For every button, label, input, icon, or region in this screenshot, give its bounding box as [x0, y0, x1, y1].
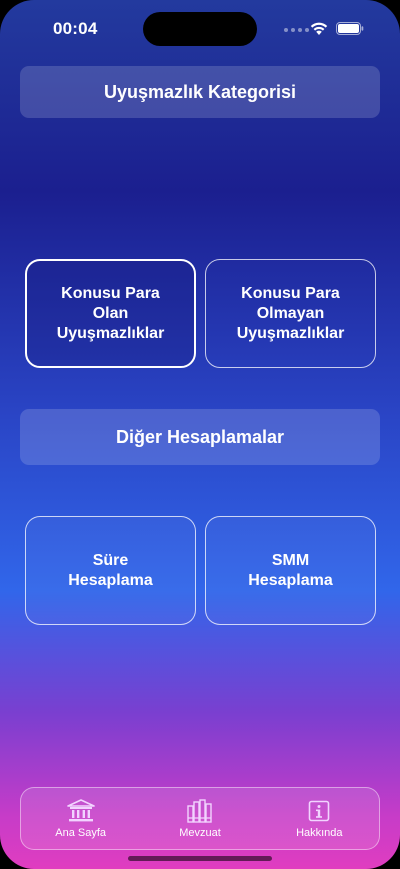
non-monetary-disputes-label: Konusu Para Olmayan Uyuşmazlıklar	[236, 284, 345, 342]
wifi-icon	[310, 22, 328, 35]
status-bar: 00:04	[0, 0, 400, 60]
category-title: Uyuşmazlık Kategorisi	[103, 81, 297, 102]
tab-home-label: Ana Sayfa	[55, 827, 107, 839]
tab-about[interactable]: Hakkında	[264, 798, 374, 839]
tab-bar: Ana Sayfa Mevzuat Hakkında	[20, 787, 380, 850]
books-icon	[185, 798, 215, 824]
dynamic-island	[143, 12, 257, 46]
tab-legislation[interactable]: Mevzuat	[145, 798, 255, 839]
tab-legislation-label: Mevzuat	[179, 827, 221, 839]
duration-calculation-label: Süre Hesaplama	[68, 551, 153, 589]
battery-icon	[336, 22, 364, 35]
non-monetary-disputes-button[interactable]: Konusu Para Olmayan Uyuşmazlıklar	[205, 259, 376, 368]
duration-calculation-button[interactable]: Süre Hesaplama	[25, 516, 196, 625]
smm-calculation-button[interactable]: SMM Hesaplama	[205, 516, 376, 625]
tab-home[interactable]: Ana Sayfa	[26, 798, 136, 839]
monetary-disputes-label: Konusu Para Olan Uyuşmazlıklar	[56, 284, 165, 342]
tab-about-label: Hakkında	[296, 827, 343, 839]
smm-calculation-label: SMM Hesaplama	[248, 551, 333, 589]
courthouse-icon	[66, 798, 96, 824]
home-indicator[interactable]	[128, 856, 272, 861]
app-screen: 00:04 Uyuşmazlık Kategorisi Konusu Para …	[0, 0, 400, 869]
category-header: Uyuşmazlık Kategorisi	[20, 66, 380, 118]
other-calculations-title: Diğer Hesaplamalar	[115, 426, 285, 447]
cellular-signal-icon	[284, 28, 309, 32]
monetary-disputes-button[interactable]: Konusu Para Olan Uyuşmazlıklar	[25, 259, 196, 368]
other-calculations-header: Diğer Hesaplamalar	[20, 409, 380, 465]
info-icon	[304, 798, 334, 824]
status-time: 00:04	[53, 19, 98, 38]
